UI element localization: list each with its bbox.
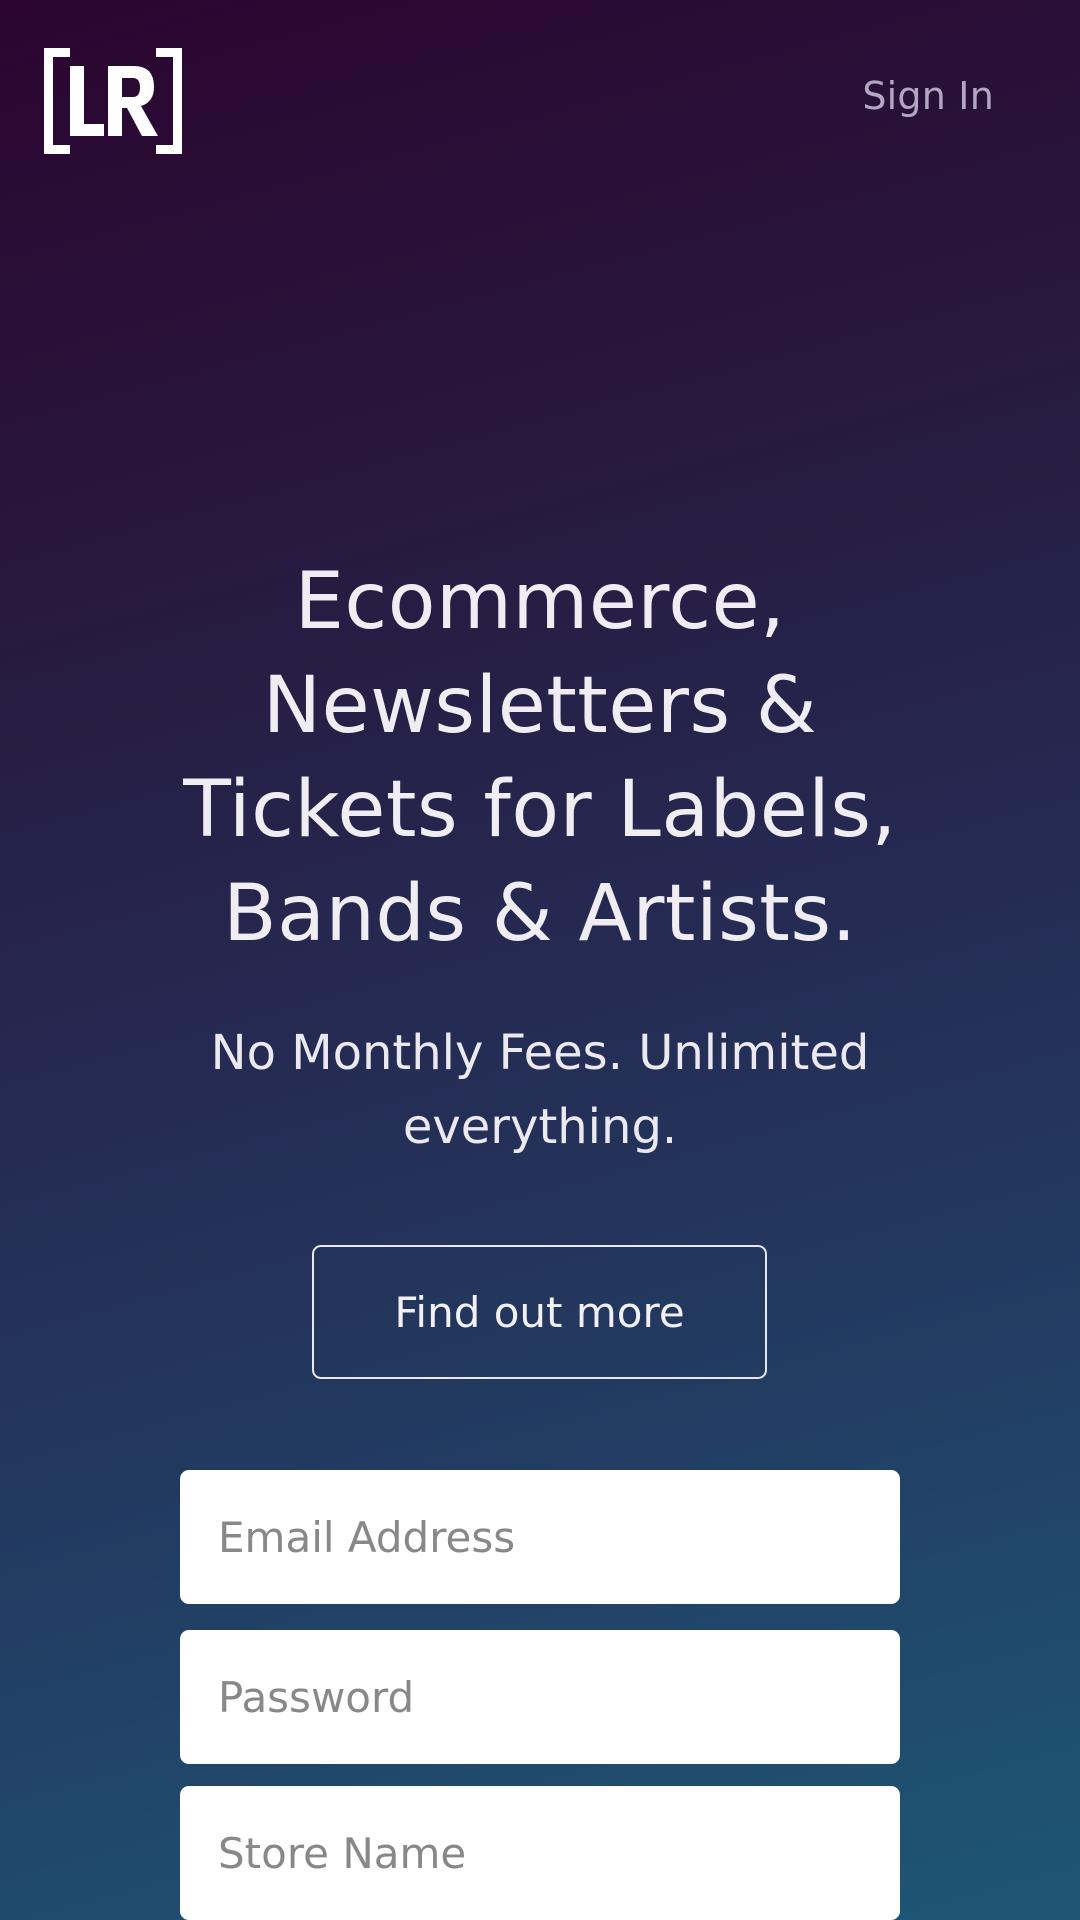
headline-line: Newsletters & bbox=[262, 661, 818, 751]
headline-line: Ecommerce, bbox=[294, 557, 786, 647]
headline-line: Bands & Artists. bbox=[223, 869, 857, 959]
hero-headline: Ecommerce, Newsletters & Tickets for Lab… bbox=[0, 550, 1080, 966]
email-field[interactable] bbox=[180, 1470, 900, 1604]
subheadline-line: No Monthly Fees. Unlimited bbox=[210, 1025, 870, 1081]
sign-in-link[interactable]: Sign In bbox=[862, 74, 994, 118]
hero-subheadline: No Monthly Fees. Unlimited everything. bbox=[0, 1016, 1080, 1164]
find-out-more-button[interactable]: Find out more bbox=[312, 1245, 767, 1379]
subheadline-line: everything. bbox=[402, 1099, 678, 1155]
logo[interactable] bbox=[44, 48, 182, 154]
headline-line: Tickets for Labels, bbox=[183, 765, 897, 855]
password-field[interactable] bbox=[180, 1630, 900, 1764]
lr-logo-icon bbox=[44, 48, 182, 154]
store-name-field[interactable] bbox=[180, 1786, 900, 1920]
